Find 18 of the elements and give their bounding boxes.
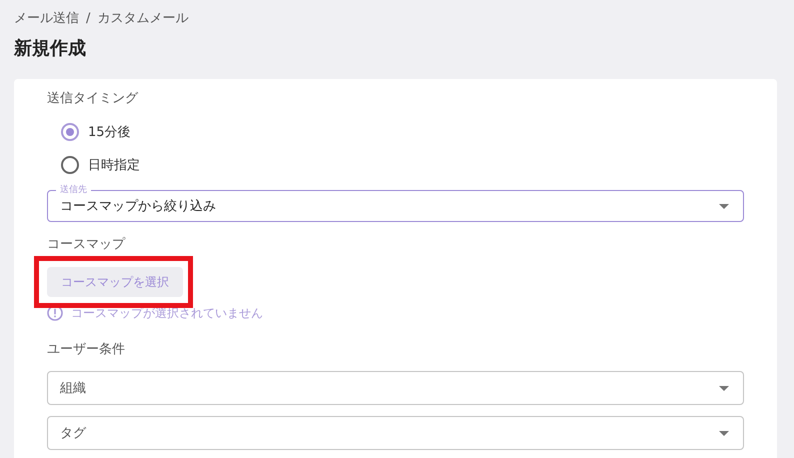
radio-button[interactable] — [61, 156, 79, 174]
page-title: 新規作成 — [14, 37, 87, 61]
breadcrumb-item: カスタムメール — [97, 10, 188, 27]
radio-label[interactable]: 15分後 — [88, 122, 131, 140]
filter-select[interactable]: タグ — [47, 416, 744, 450]
section-label: ユーザー条件 — [47, 341, 126, 359]
breadcrumb-separator: / — [86, 10, 90, 26]
caret-icon — [719, 430, 729, 436]
caret-icon — [719, 386, 729, 390]
filter-select[interactable]: 組織 — [47, 371, 744, 405]
section-label: 送信タイミング — [47, 90, 140, 108]
caret-icon — [719, 204, 729, 208]
breadcrumb-item[interactable]: メール送信 — [14, 9, 79, 27]
section-label: コースマップ — [47, 236, 126, 254]
radio-label[interactable]: 日時指定 — [88, 156, 140, 174]
radio-button[interactable] — [61, 122, 79, 140]
recipient-select[interactable]: 送信先 コースマップから絞り込み — [47, 185, 744, 222]
alert-icon — [47, 305, 63, 321]
